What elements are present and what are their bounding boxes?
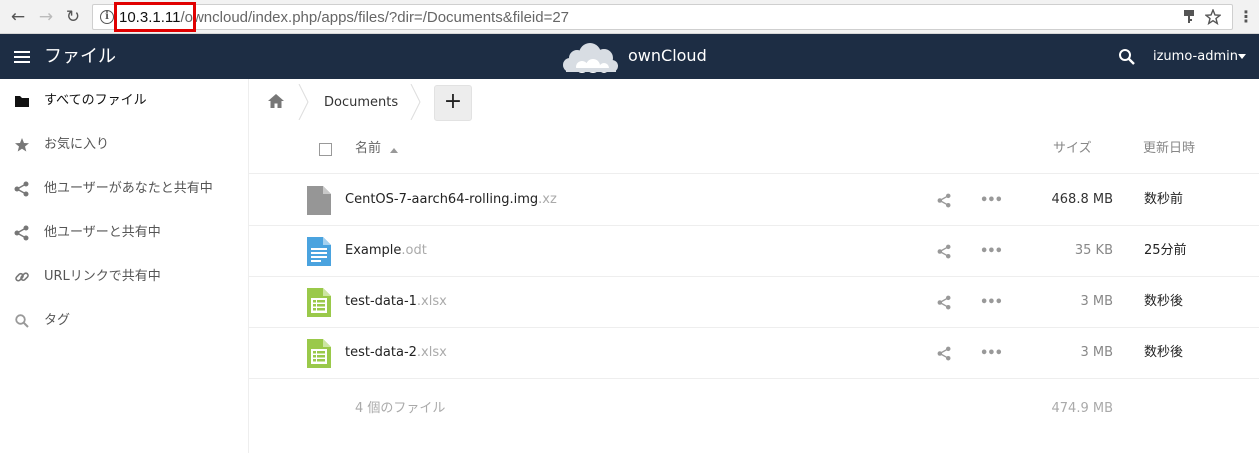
bookmark-star-icon[interactable] — [1205, 9, 1221, 25]
link-icon — [15, 272, 29, 282]
file-size: 35 KB — [1074, 243, 1113, 258]
share-icon[interactable] — [937, 193, 952, 208]
file-spreadsheet-icon — [307, 339, 331, 368]
url-path: /owncloud/index.php/apps/files/?dir=/Doc… — [180, 9, 570, 26]
sidebar-item-label: 他ユーザーと共有中 — [44, 225, 161, 240]
search-icon[interactable] — [1118, 48, 1136, 66]
sidebar-item-shared-with-others[interactable]: 他ユーザーと共有中 — [0, 211, 249, 255]
more-actions-icon[interactable]: ••• — [980, 346, 1003, 361]
sidebar-item-label: タグ — [44, 313, 71, 328]
address-bar[interactable]: i 10.3.1.11/owncloud/index.php/apps/file… — [92, 2, 1233, 32]
app-header: ファイル ownCloud izumo-admin — [0, 34, 1259, 79]
file-name[interactable]: test-data-2.xlsx — [345, 344, 447, 362]
home-icon[interactable] — [267, 93, 285, 109]
file-size: 468.8 MB — [1051, 192, 1113, 207]
file-name[interactable]: CentOS-7-aarch64-rolling.img.xz — [345, 191, 557, 209]
file-size: 3 MB — [1080, 345, 1113, 360]
breadcrumb-documents[interactable]: Documents — [324, 94, 398, 112]
file-modified: 数秒前 — [1144, 192, 1184, 207]
app-title[interactable]: ファイル — [44, 46, 116, 68]
file-name[interactable]: Example.odt — [345, 242, 427, 260]
total-size-summary: 474.9 MB — [1051, 401, 1113, 416]
folder-icon — [15, 96, 29, 107]
file-row[interactable]: test-data-1.xlsx ••• 3 MB 数秒後 — [249, 277, 1259, 328]
url-host-highlight — [114, 2, 196, 32]
forward-arrow-icon[interactable]: → — [35, 6, 57, 28]
owncloud-logo-icon[interactable] — [560, 40, 622, 74]
breadcrumb-separator — [410, 84, 421, 120]
file-list-header: 名前 サイズ 更新日時 — [249, 124, 1259, 174]
more-actions-icon[interactable]: ••• — [980, 295, 1003, 310]
column-header-name[interactable]: 名前 — [355, 140, 381, 158]
menu-toggle-icon[interactable] — [14, 51, 30, 63]
file-name[interactable]: test-data-1.xlsx — [345, 293, 447, 311]
column-header-size[interactable]: サイズ — [1053, 140, 1092, 158]
file-row[interactable]: Example.odt ••• 35 KB 25分前 — [249, 226, 1259, 277]
reload-icon[interactable]: ↻ — [62, 6, 84, 28]
sidebar-item-shared-by-link[interactable]: URLリンクで共有中 — [0, 255, 249, 299]
share-icon[interactable] — [937, 295, 952, 310]
sidebar-item-label: 他ユーザーがあなたと共有中 — [44, 181, 213, 196]
app-navigation: すべてのファイル お気に入り 他ユーザーがあなたと共有中 他ユーザーと共有中 U… — [0, 79, 249, 453]
file-row[interactable]: CentOS-7-aarch64-rolling.img.xz ••• 468.… — [249, 175, 1259, 226]
info-icon[interactable]: i — [100, 10, 114, 24]
new-file-button[interactable]: + — [434, 85, 472, 121]
share-icon — [14, 225, 29, 241]
sort-ascending-icon[interactable] — [390, 148, 398, 153]
sidebar-item-tags[interactable]: タグ — [0, 299, 249, 343]
sidebar-item-label: URLリンクで共有中 — [44, 269, 161, 284]
sidebar-item-favorites[interactable]: お気に入り — [0, 123, 249, 167]
share-icon — [14, 181, 29, 197]
file-generic-icon — [307, 186, 331, 215]
chevron-down-icon[interactable] — [1238, 54, 1246, 59]
browser-toolbar: ← → ↻ i 10.3.1.11/owncloud/index.php/app… — [0, 0, 1259, 34]
sidebar-item-all-files[interactable]: すべてのファイル — [0, 79, 249, 123]
sidebar-item-shared-with-you[interactable]: 他ユーザーがあなたと共有中 — [0, 167, 249, 211]
sidebar-item-label: すべてのファイル — [44, 93, 147, 108]
browser-menu-icon[interactable]: ⋮ — [1238, 7, 1254, 27]
file-count-summary: 4 個のファイル — [355, 401, 446, 416]
breadcrumb-separator — [298, 84, 309, 120]
select-all-checkbox[interactable] — [319, 143, 332, 156]
more-actions-icon[interactable]: ••• — [980, 193, 1003, 208]
file-spreadsheet-icon — [307, 288, 331, 317]
file-modified: 数秒後 — [1144, 294, 1184, 309]
sidebar-item-label: お気に入り — [44, 137, 110, 152]
file-row[interactable]: test-data-2.xlsx ••• 3 MB 数秒後 — [249, 328, 1259, 379]
tag-search-icon — [15, 314, 29, 328]
user-menu[interactable]: izumo-admin — [1153, 48, 1238, 66]
more-actions-icon[interactable]: ••• — [980, 244, 1003, 259]
share-icon[interactable] — [937, 346, 952, 361]
back-arrow-icon[interactable]: ← — [7, 6, 29, 28]
file-text-icon — [307, 237, 331, 266]
share-icon[interactable] — [937, 244, 952, 259]
file-modified: 数秒後 — [1144, 345, 1184, 360]
file-modified: 25分前 — [1144, 243, 1187, 258]
file-size: 3 MB — [1080, 294, 1113, 309]
column-header-modified[interactable]: 更新日時 — [1143, 140, 1195, 158]
star-icon — [15, 138, 29, 152]
logo-text: ownCloud — [628, 46, 707, 65]
key-icon[interactable] — [1183, 9, 1195, 25]
